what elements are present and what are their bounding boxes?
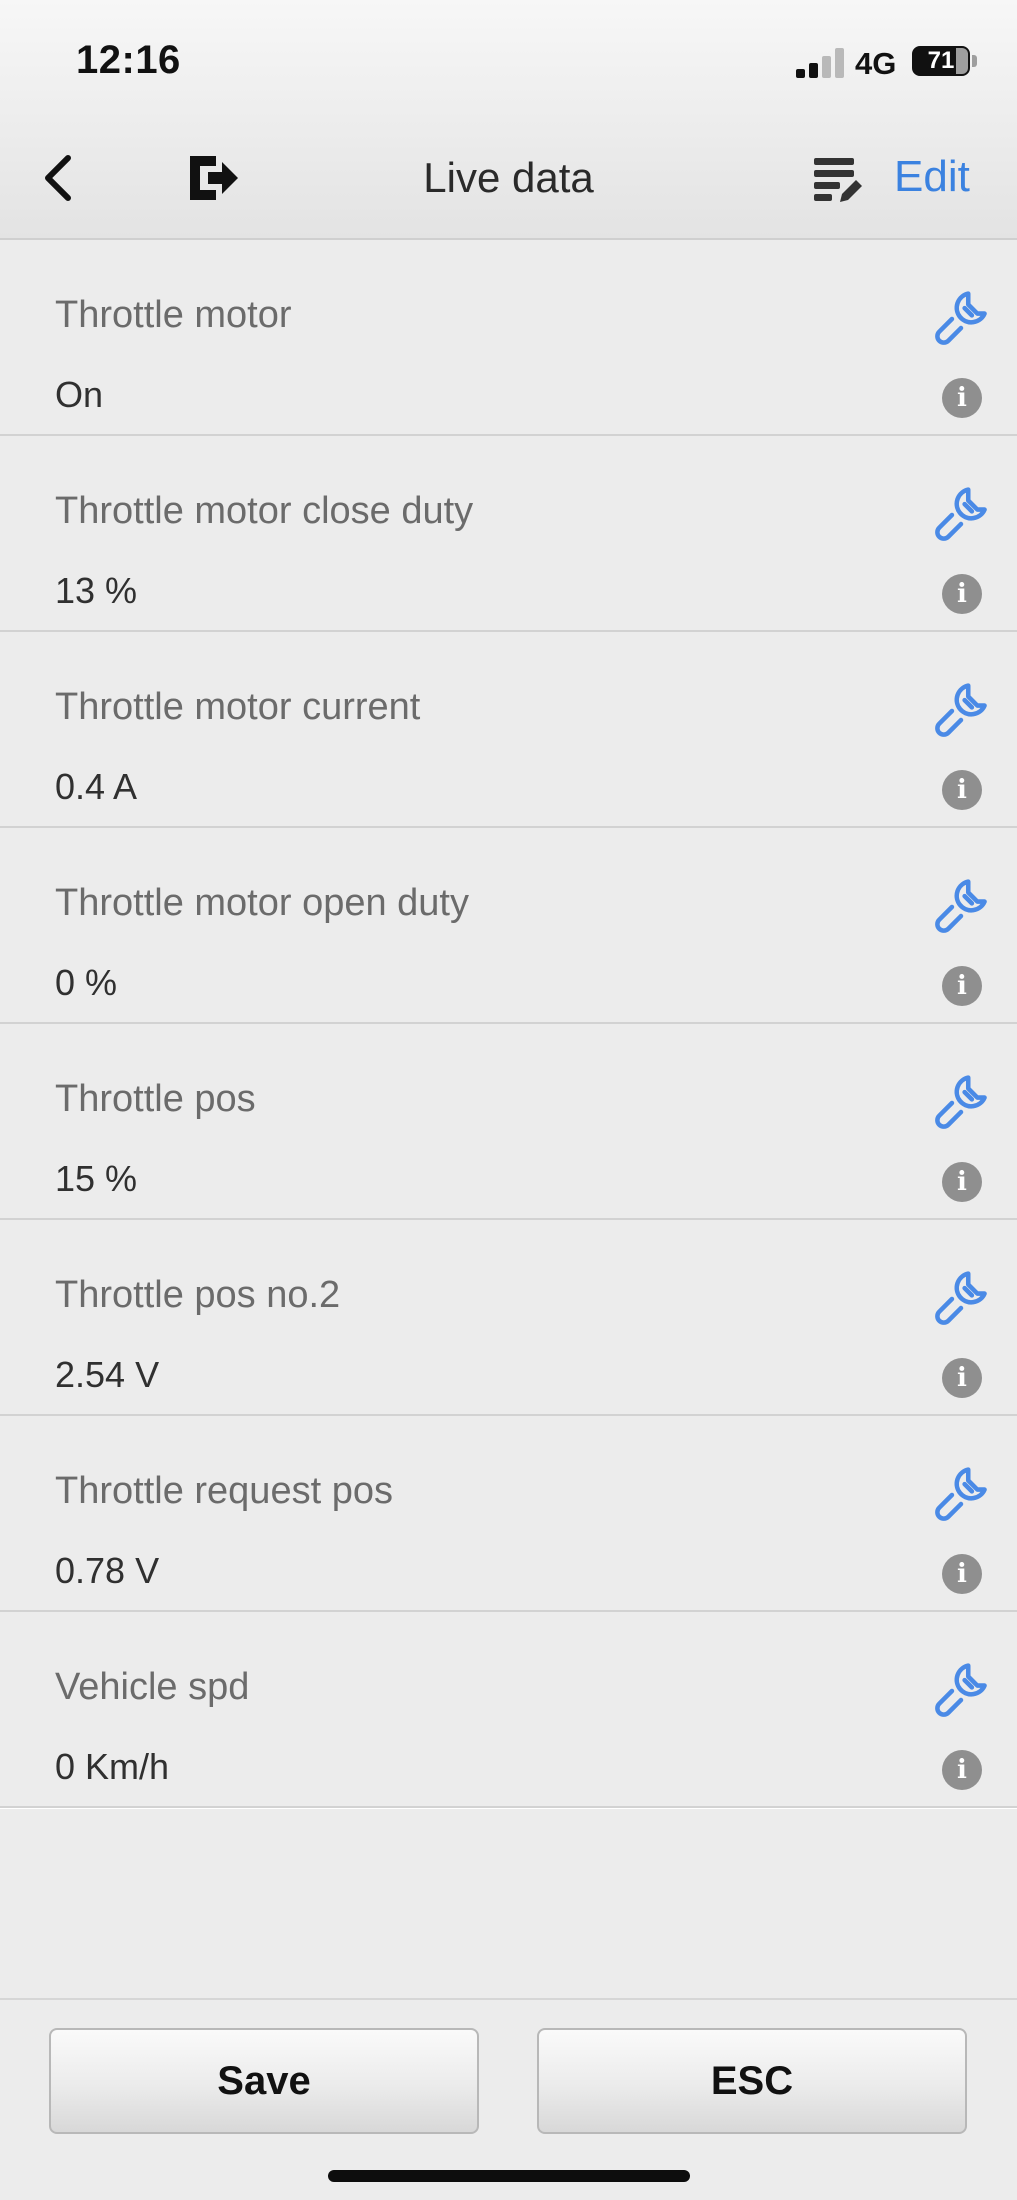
exit-icon[interactable]	[186, 150, 242, 206]
row-value: 0.78 V	[55, 1550, 160, 1591]
info-icon[interactable]: i	[942, 770, 982, 810]
row-label: Throttle pos no.2	[55, 1274, 341, 1316]
row-value: 15 %	[55, 1158, 138, 1199]
info-icon[interactable]: i	[942, 1750, 982, 1790]
wrench-icon[interactable]	[932, 1074, 990, 1132]
row-value: 0 Km/h	[55, 1746, 170, 1787]
row-label: Throttle motor open duty	[55, 882, 469, 924]
edit-button[interactable]: Edit	[894, 152, 970, 202]
live-data-list: Throttle learned value 0.60 V i Throttle…	[0, 44, 1017, 1808]
row-value: 2.54 V	[55, 1354, 160, 1395]
data-row: Throttle motor open duty 0 % i	[0, 828, 1017, 1024]
info-icon[interactable]: i	[942, 966, 982, 1006]
data-row: Vehicle spd 0 Km/h i	[0, 1612, 1017, 1808]
home-indicator[interactable]	[328, 2170, 690, 2182]
signal-strength-icon	[796, 48, 844, 78]
footer-bar: Save ESC	[0, 1998, 1017, 2200]
battery-level: 71	[927, 47, 955, 74]
data-row: Throttle motor On i	[0, 240, 1017, 436]
data-row: Throttle motor close duty 13 % i	[0, 436, 1017, 632]
row-value: 0 %	[55, 962, 118, 1003]
network-type: 4G	[855, 46, 897, 81]
wrench-icon[interactable]	[932, 290, 990, 348]
row-label: Throttle pos	[55, 1078, 256, 1120]
wrench-icon[interactable]	[932, 1662, 990, 1720]
page-title: Live data	[423, 154, 594, 201]
row-label: Throttle motor close duty	[55, 490, 474, 532]
row-value: On	[55, 374, 104, 415]
data-row: Throttle pos 15 % i	[0, 1024, 1017, 1220]
status-bar: 12:16 4G 71	[0, 0, 1017, 124]
info-icon[interactable]: i	[942, 1554, 982, 1594]
live-data-screen: 12:16 4G 71 Live data Edit Throttle moto…	[0, 0, 1017, 2200]
top-bar: 12:16 4G 71 Live data Edit	[0, 0, 1017, 240]
info-icon[interactable]: i	[942, 1358, 982, 1398]
wrench-icon[interactable]	[932, 878, 990, 936]
row-label: Throttle request pos	[55, 1470, 393, 1512]
row-label: Throttle motor current	[55, 686, 421, 728]
list-edit-icon[interactable]	[812, 154, 864, 206]
row-value: 0.4 A	[55, 766, 138, 807]
data-row: Throttle pos no.2 2.54 V i	[0, 1220, 1017, 1416]
data-row: Throttle request pos 0.78 V i	[0, 1416, 1017, 1612]
back-icon[interactable]	[36, 148, 80, 208]
wrench-icon[interactable]	[932, 1270, 990, 1328]
battery-nub	[972, 55, 977, 67]
row-value: 13 %	[55, 570, 138, 611]
wrench-icon[interactable]	[932, 486, 990, 544]
battery-icon: 71	[912, 46, 970, 76]
info-icon[interactable]: i	[942, 1162, 982, 1202]
row-label: Throttle motor	[55, 294, 292, 336]
info-icon[interactable]: i	[942, 574, 982, 614]
info-icon[interactable]: i	[942, 378, 982, 418]
save-button[interactable]: Save	[49, 2028, 479, 2134]
row-label: Vehicle spd	[55, 1666, 250, 1708]
wrench-icon[interactable]	[932, 682, 990, 740]
data-row: Throttle motor current 0.4 A i	[0, 632, 1017, 828]
header: Live data Edit	[0, 124, 1017, 238]
status-time: 12:16	[76, 38, 181, 82]
esc-button[interactable]: ESC	[537, 2028, 967, 2134]
wrench-icon[interactable]	[932, 1466, 990, 1524]
